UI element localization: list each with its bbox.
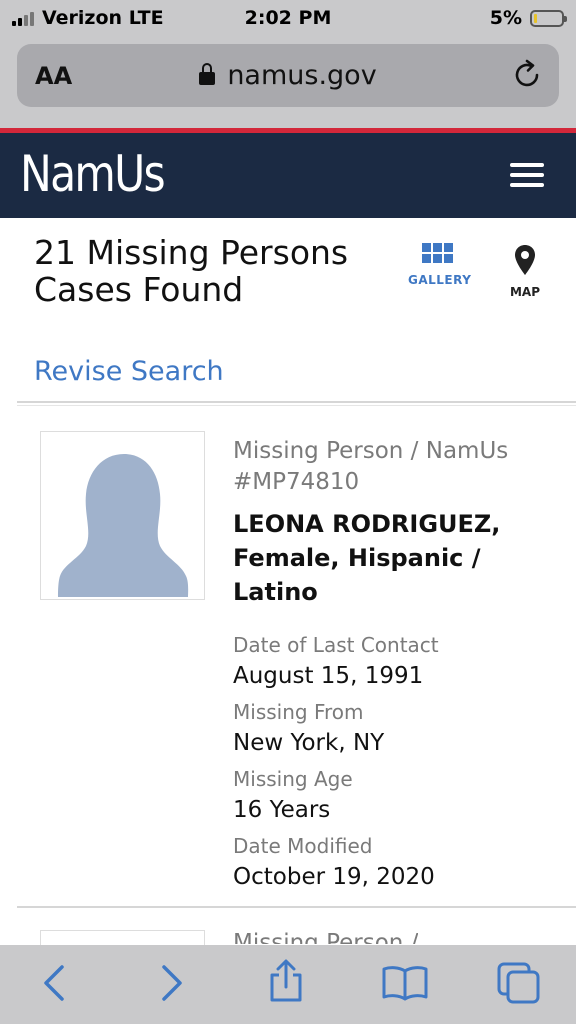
case-type: Missing Person / NamUs #MP74810: [233, 438, 509, 495]
status-bar: Verizon LTE 2:02 PM 5%: [0, 0, 576, 36]
field-value: 16 Years: [233, 797, 331, 823]
lock-icon: [199, 63, 216, 85]
results-title: 21 Missing Persons Cases Found: [34, 233, 349, 309]
field-label: Date of Last Contact: [233, 633, 439, 657]
chevron-left-icon: [44, 965, 64, 1001]
divider: [17, 401, 576, 403]
grid-icon: [408, 243, 466, 263]
chevron-right-icon: [162, 965, 182, 1001]
case-type: Missing Person /: [233, 930, 419, 944]
field-label: Missing Age: [233, 767, 353, 791]
person-silhouette-icon: [58, 454, 189, 597]
map-view-button[interactable]: MAP: [500, 244, 550, 299]
battery-icon: [530, 9, 567, 27]
gallery-view-button[interactable]: GALLERY: [408, 243, 472, 287]
field-value: New York, NY: [233, 730, 385, 756]
browser-toolbar: [0, 945, 576, 1024]
site-header: NamUs: [0, 133, 576, 218]
field-value: August 15, 1991: [233, 663, 424, 689]
reload-button[interactable]: [513, 58, 543, 94]
case-card[interactable]: Missing Person / NamUs #MP74810 LEONA RO…: [233, 436, 563, 899]
case-name[interactable]: LEONA RODRIGUEZ, Female, Hispanic / Lati…: [233, 507, 563, 609]
share-icon: [270, 959, 302, 1002]
menu-icon[interactable]: [510, 163, 544, 187]
case-photo[interactable]: [40, 431, 205, 600]
forward-button[interactable]: [156, 963, 186, 1007]
case-fields: Date of Last Contact August 15, 1991 Mis…: [233, 631, 563, 894]
field-label: Date Modified: [233, 834, 373, 858]
field-value: October 19, 2020: [233, 864, 435, 890]
divider: [17, 906, 576, 908]
map-label: MAP: [509, 285, 541, 299]
reload-icon: [515, 59, 539, 87]
book-icon: [382, 966, 428, 1001]
map-pin-icon: [515, 245, 535, 275]
address-bar[interactable]: AA namus.gov: [17, 44, 559, 107]
browser-address-area: AA namus.gov: [0, 36, 576, 128]
url-text: namus.gov: [227, 60, 377, 91]
battery-percent: 5%: [489, 7, 522, 29]
divider: [17, 405, 576, 406]
field-label: Missing From: [233, 700, 364, 724]
gallery-label: GALLERY: [408, 273, 472, 287]
url-field[interactable]: namus.gov: [17, 60, 559, 91]
site-logo[interactable]: NamUs: [20, 145, 166, 203]
bookmarks-button[interactable]: [381, 965, 429, 1005]
revise-search-link[interactable]: Revise Search: [34, 356, 224, 387]
tabs-icon: [497, 962, 540, 1004]
tabs-button[interactable]: [496, 961, 542, 1009]
back-button[interactable]: [40, 963, 70, 1007]
share-button[interactable]: [266, 959, 306, 1007]
